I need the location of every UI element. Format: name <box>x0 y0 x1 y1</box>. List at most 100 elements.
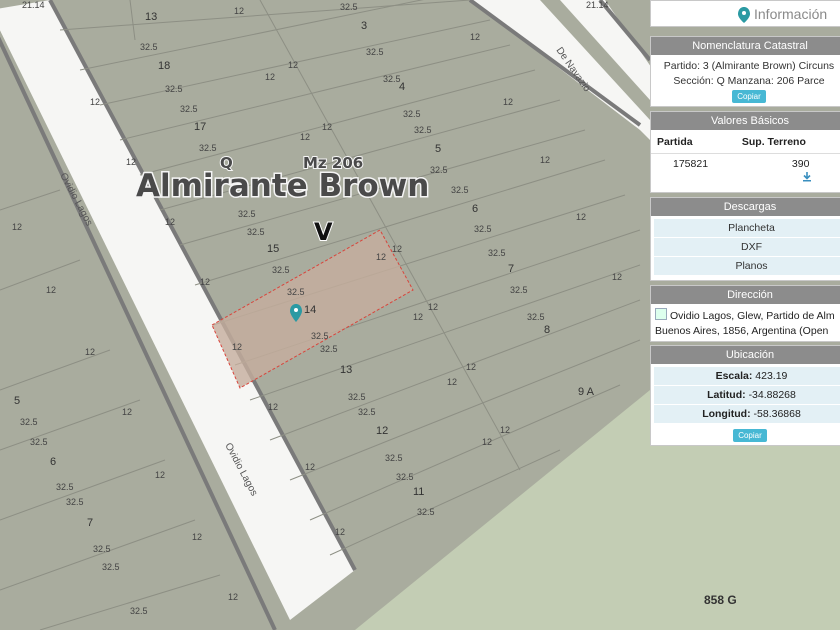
dim-label: 12 <box>265 72 275 82</box>
lot-number: 5 <box>14 395 20 407</box>
lot-number: 11 <box>413 486 424 498</box>
dim-label: 12 <box>300 132 310 142</box>
dim-label: 12 <box>268 402 278 412</box>
copy-nomenclatura-button[interactable]: Copiar <box>732 90 766 103</box>
plancheta-link[interactable]: Plancheta <box>654 219 840 238</box>
dim-label: 32.5 <box>385 453 403 463</box>
dim-label: 12 <box>85 347 95 357</box>
dim-label: 32.5 <box>287 287 305 297</box>
dim-label: 12 <box>466 362 476 372</box>
dim-label: 12 <box>232 342 242 352</box>
col-sup-terreno: Sup. Terreno <box>735 130 840 154</box>
dim-label: 12 <box>192 532 202 542</box>
dim-label: 12 <box>428 302 438 312</box>
planos-link[interactable]: Planos <box>654 257 840 276</box>
dim-label: 32.5 <box>527 312 545 322</box>
lot-number: 15 <box>267 243 279 255</box>
lot-number: 18 <box>158 60 170 72</box>
district-title: Almirante Brown <box>136 168 429 204</box>
dim-label: 32.5 <box>383 74 401 84</box>
dim-label: 12 <box>612 272 622 282</box>
dim-label: 12 <box>46 285 56 295</box>
dim-label: 12 <box>470 32 480 42</box>
dim-label: 12 <box>376 252 386 262</box>
dim-label: 32.5 <box>488 248 506 258</box>
dim-label: 32.5 <box>165 84 183 94</box>
valores-header: Valores Básicos <box>651 112 840 130</box>
dim-label: 12 <box>503 97 513 107</box>
info-title: Información <box>754 6 828 22</box>
dim-label: 32.5 <box>430 165 448 175</box>
dim-label: 32.5 <box>66 497 84 507</box>
copy-ubicacion-button[interactable]: Copiar <box>733 429 767 442</box>
escala-value: 423.19 <box>755 370 788 382</box>
escala-row: Escala: 423.19 <box>654 367 840 386</box>
dim-label: 21.14 <box>22 0 45 10</box>
info-panel: Información Nomenclatura Catastral Parti… <box>645 0 840 447</box>
dim-label: 12 <box>305 462 315 472</box>
dim-label: 32.5 <box>417 507 435 517</box>
dim-label: 12 <box>234 6 244 16</box>
escala-label: Escala: <box>715 370 753 382</box>
nomenclatura-line-2: Sección: Q Manzana: 206 Parce <box>673 75 825 87</box>
longitud-value: -58.36868 <box>753 408 801 420</box>
lot-number: 13 <box>145 11 157 23</box>
superficie-value: 390 <box>791 158 810 170</box>
dim-label: 12 <box>200 277 210 287</box>
dim-label: 12 <box>335 527 345 537</box>
direccion-header: Dirección <box>651 286 840 304</box>
dim-label: 12 <box>228 592 238 602</box>
dim-label: 32.5 <box>272 265 290 275</box>
location-pin-icon <box>738 7 750 23</box>
col-partida: Partida <box>651 130 736 154</box>
lot-number: 17 <box>194 121 206 133</box>
lot-number: 12 <box>376 425 388 437</box>
dim-label: 32.5 <box>199 143 217 153</box>
nomenclatura-card: Nomenclatura Catastral Partido: 3 (Almir… <box>650 36 840 107</box>
dim-label: 32.5 <box>340 2 358 12</box>
latitud-row: Latitud: -34.88268 <box>654 386 840 405</box>
dim-label: 32.5 <box>474 224 492 234</box>
descargas-card: Descargas Plancheta DXF Planos <box>650 197 840 281</box>
dim-label: 12 <box>540 155 550 165</box>
dim-label: 12 <box>122 407 132 417</box>
dim-label: 32.5 <box>311 331 329 341</box>
lot-number: 9 A <box>578 386 595 398</box>
area-label: 858 G <box>704 593 737 607</box>
dim-label: 32.5 <box>180 104 198 114</box>
dim-label: 32.5 <box>403 109 421 119</box>
dim-label: 32.5 <box>451 185 469 195</box>
dim-label: 12 <box>500 425 510 435</box>
dim-label: 12 <box>90 97 100 107</box>
direccion-line-2: Buenos Aires, 1856, Argentina (Open <box>655 325 829 337</box>
lot-number: 8 <box>544 324 550 336</box>
info-header: Información <box>650 0 840 27</box>
nomenclatura-line-1: Partido: 3 (Almirante Brown) Circuns <box>663 60 835 72</box>
dim-label: 12 <box>576 212 586 222</box>
dim-label: 32.5 <box>510 285 528 295</box>
dim-label: 12 <box>482 437 492 447</box>
dim-label: 12 <box>447 377 457 387</box>
circunscription-label: V <box>314 218 333 246</box>
dim-label: 12 <box>288 60 298 70</box>
download-icon[interactable] <box>802 172 812 182</box>
dim-label: 32.5 <box>358 407 376 417</box>
longitud-row: Longitud: -58.36868 <box>654 405 840 424</box>
dim-label: 32.5 <box>247 227 265 237</box>
lot-number: 13 <box>340 364 352 376</box>
lot-number: 14 <box>304 304 316 316</box>
longitud-label: Longitud: <box>702 408 751 420</box>
dim-label: 32.5 <box>130 606 148 616</box>
dxf-link[interactable]: DXF <box>654 238 840 257</box>
dim-label: 12 <box>165 217 175 227</box>
ubicacion-header: Ubicación <box>651 346 840 364</box>
latitud-value: -34.88268 <box>748 389 796 401</box>
partida-value: 175821 <box>673 158 709 170</box>
dim-label: 32.5 <box>56 482 74 492</box>
dim-label: 32.5 <box>140 42 158 52</box>
dim-label: 32.5 <box>93 544 111 554</box>
dim-label: 21.14 <box>586 0 609 10</box>
dim-label: 12 <box>322 122 332 132</box>
map-image-icon <box>655 308 667 320</box>
dim-label: 12 <box>126 157 136 167</box>
